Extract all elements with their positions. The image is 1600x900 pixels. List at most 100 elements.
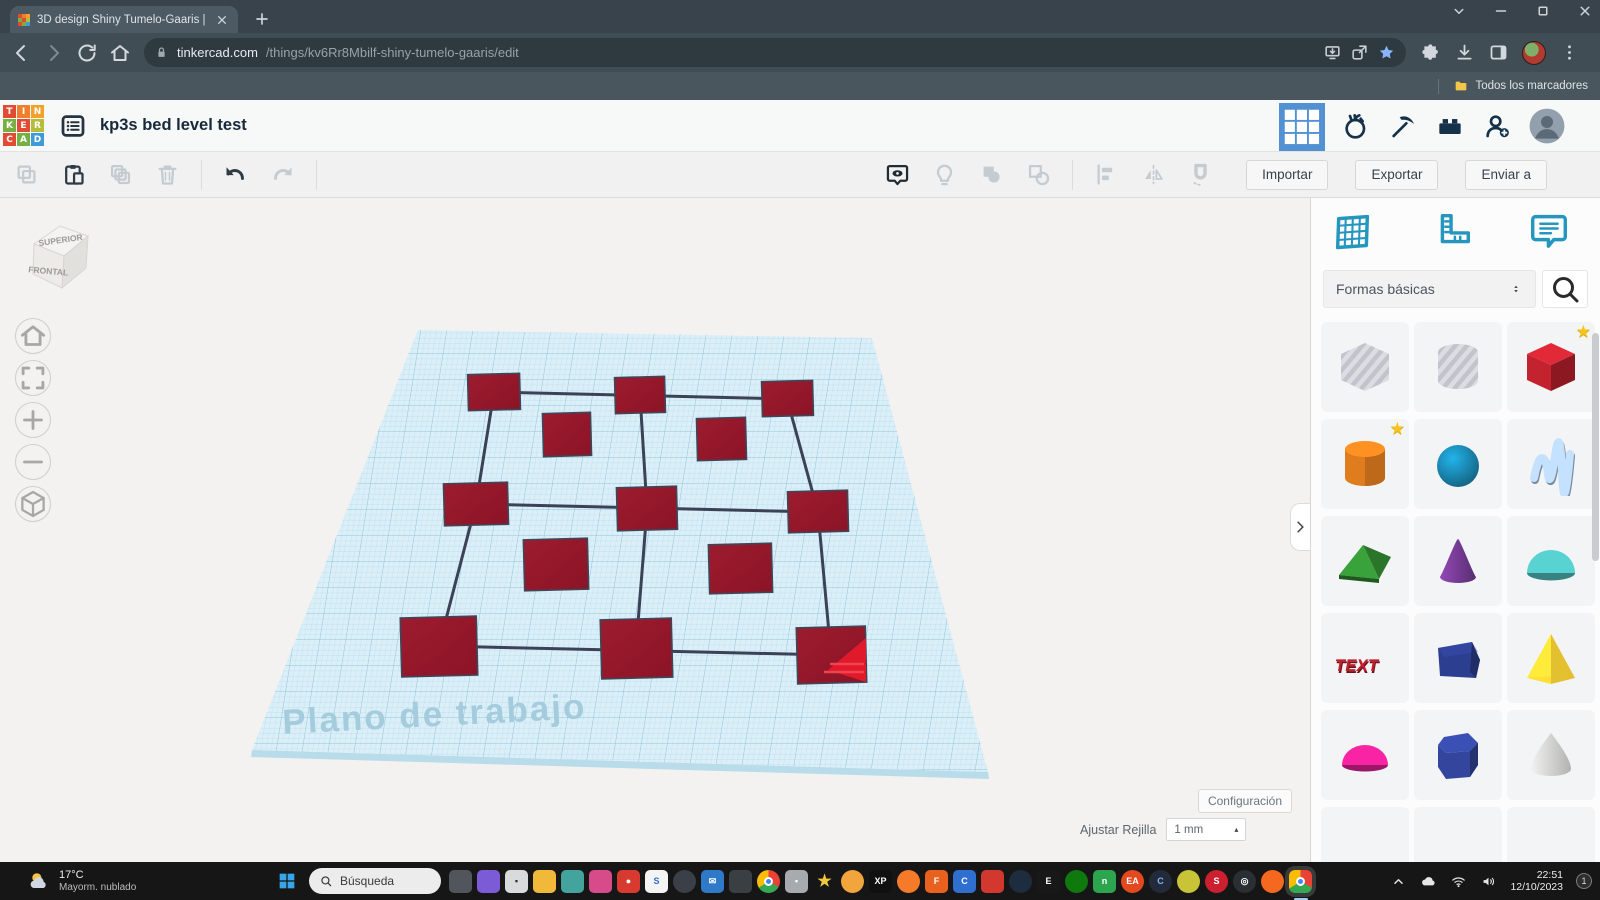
tinkercad-profile-avatar[interactable]	[1528, 107, 1566, 145]
shape-tile-partial[interactable]	[1414, 807, 1502, 862]
shape-tile-partial[interactable]	[1507, 807, 1595, 862]
snap-grid-select[interactable]: 1 mm ▴	[1166, 818, 1247, 841]
tab-close-icon[interactable]	[214, 12, 230, 28]
reload-button[interactable]	[75, 41, 99, 65]
import-button[interactable]: Importar	[1246, 159, 1329, 190]
taskbar-app-chrome-active[interactable]	[1289, 869, 1312, 900]
shape-tile-sphere-blue[interactable]	[1414, 419, 1502, 509]
shape-tile-hexprism-navy[interactable]	[1414, 710, 1502, 800]
duplicate-icon[interactable]	[107, 161, 134, 188]
view-cube[interactable]: SUPERIOR FRONTAL	[22, 210, 102, 302]
notes-tool-icon[interactable]	[1526, 208, 1572, 254]
view-3d-mode-button[interactable]	[1279, 103, 1325, 151]
delete-icon[interactable]	[154, 161, 181, 188]
brick-mode-icon[interactable]	[1434, 110, 1466, 142]
workplane-scene[interactable]: Plano de trabajo	[0, 198, 1295, 862]
shape-tile-paraboloid-white[interactable]	[1507, 710, 1595, 800]
paste-icon[interactable]	[60, 161, 87, 188]
share-icon[interactable]	[1350, 43, 1369, 62]
sidebar-collapse-handle[interactable]	[1290, 503, 1310, 551]
shape-tile-scribble-lightblue[interactable]	[1507, 419, 1595, 509]
new-tab-button[interactable]	[252, 9, 272, 29]
send-to-button[interactable]: Enviar a	[1465, 159, 1547, 190]
taskbar-app-c-blue-app[interactable]: C	[953, 869, 976, 893]
copy-icon[interactable]	[13, 161, 40, 188]
taskbar-app-roblox[interactable]: ▪	[785, 869, 808, 893]
bed-level-pad[interactable]	[707, 542, 774, 595]
bed-level-pad[interactable]	[613, 375, 667, 415]
group-icon[interactable]	[978, 161, 1005, 188]
invite-collaborator-icon[interactable]	[1481, 110, 1513, 142]
taskbar-app-brave-orange-app[interactable]	[1261, 869, 1284, 893]
ruler-tool-icon[interactable]	[1429, 208, 1475, 254]
shape-tile-box-transparent[interactable]	[1321, 322, 1409, 412]
bookmark-star-icon[interactable]	[1377, 43, 1396, 62]
bed-level-pad[interactable]	[615, 485, 679, 532]
taskbar-app-ea[interactable]: EA	[1121, 869, 1144, 893]
shape-tile-cylinder-orange[interactable]: ★	[1321, 419, 1409, 509]
design-title[interactable]: kp3s bed level test	[100, 116, 247, 135]
home-button[interactable]	[108, 41, 132, 65]
shape-tile-text-red[interactable]: TEXT TEXT	[1321, 613, 1409, 703]
notification-badge[interactable]: 1	[1576, 873, 1592, 889]
shape-tile-partial[interactable]	[1321, 807, 1409, 862]
taskbar-app-epic-games[interactable]: E	[1037, 869, 1060, 893]
install-app-icon[interactable]	[1323, 43, 1342, 62]
start-button[interactable]	[276, 870, 298, 892]
taskbar-app-roblox-studio[interactable]: ▪	[505, 869, 528, 893]
all-bookmarks-label[interactable]: Todos los marcadores	[1476, 80, 1589, 92]
shape-tile-roof-green[interactable]	[1321, 516, 1409, 606]
taskbar-app-app-red-dot[interactable]: ●	[617, 869, 640, 893]
tinkercad-logo[interactable]: TIN KER CAD	[3, 105, 44, 146]
workplane-tool-icon[interactable]	[1331, 208, 1377, 254]
taskbar-app-media-app-purple[interactable]	[477, 869, 500, 893]
bed-level-pad[interactable]	[522, 537, 590, 592]
bed-level-pad[interactable]	[599, 617, 674, 680]
shape-category-select[interactable]: Formas básicas	[1323, 270, 1536, 308]
taskbar-app-medal-app[interactable]	[841, 869, 864, 893]
shape-tile-hemisphere-pink[interactable]	[1321, 710, 1409, 800]
taskbar-app-f-book[interactable]: F	[925, 869, 948, 893]
design-properties-icon[interactable]	[58, 111, 88, 141]
perspective-toggle-button[interactable]	[15, 486, 51, 522]
bed-level-pad[interactable]	[466, 372, 522, 412]
mirror-icon[interactable]	[1140, 161, 1167, 188]
bed-level-pad[interactable]	[442, 481, 510, 527]
taskbar-app-xppen[interactable]: XP	[869, 869, 892, 893]
viewcube-front-label[interactable]: FRONTAL	[28, 264, 69, 277]
view-home-button[interactable]	[15, 318, 51, 354]
browser-profile-avatar[interactable]	[1522, 40, 1546, 65]
shape-tile-dome-teal[interactable]	[1507, 516, 1595, 606]
tray-chevron-up-icon[interactable]	[1390, 873, 1407, 890]
shape-search-button[interactable]	[1542, 270, 1588, 308]
bed-level-pad[interactable]	[695, 416, 748, 462]
browser-menu-icon[interactable]	[1559, 42, 1580, 63]
taskbar-app-game-teal[interactable]	[561, 869, 584, 893]
viewport-3d[interactable]: Plano de trabajo SUPERIOR FRONTAL Config…	[0, 198, 1310, 862]
taskbar-app-steam[interactable]	[1009, 869, 1032, 893]
wifi-icon[interactable]	[1450, 873, 1467, 890]
taskbar-app-globe-yellow-app[interactable]	[1177, 869, 1200, 893]
fit-view-button[interactable]	[15, 360, 51, 396]
bed-level-pad[interactable]	[786, 489, 850, 534]
side-panel-icon[interactable]	[1488, 42, 1509, 63]
hidden-objects-icon[interactable]	[931, 161, 958, 188]
taskbar-app-n-green-app[interactable]: n	[1093, 869, 1116, 893]
taskbar-app-blender[interactable]	[897, 869, 920, 893]
taskbar-app-app-faint[interactable]	[729, 869, 752, 893]
taskbar-app-discord[interactable]	[673, 869, 696, 893]
redo-icon[interactable]	[269, 161, 296, 188]
taskbar-app-red-character-app[interactable]	[981, 869, 1004, 893]
shape-tile-box-red[interactable]: ★	[1507, 322, 1595, 412]
taskbar-app-paint-app[interactable]	[589, 869, 612, 893]
taskbar-app-star-app[interactable]: ★	[813, 870, 836, 893]
onedrive-cloud-icon[interactable]	[1420, 873, 1437, 890]
window-minimize-button[interactable]	[1492, 2, 1510, 20]
sim-lab-icon[interactable]	[1340, 110, 1372, 142]
taskbar-weather-widget[interactable]: 17°C Mayorm. nublado	[26, 868, 176, 894]
bed-level-pad[interactable]	[541, 411, 593, 458]
export-button[interactable]: Exportar	[1355, 159, 1439, 190]
extensions-icon[interactable]	[1420, 42, 1441, 63]
taskbar-clock[interactable]: 22:51 12/10/2023	[1510, 869, 1563, 894]
bed-level-pad[interactable]	[399, 615, 479, 678]
